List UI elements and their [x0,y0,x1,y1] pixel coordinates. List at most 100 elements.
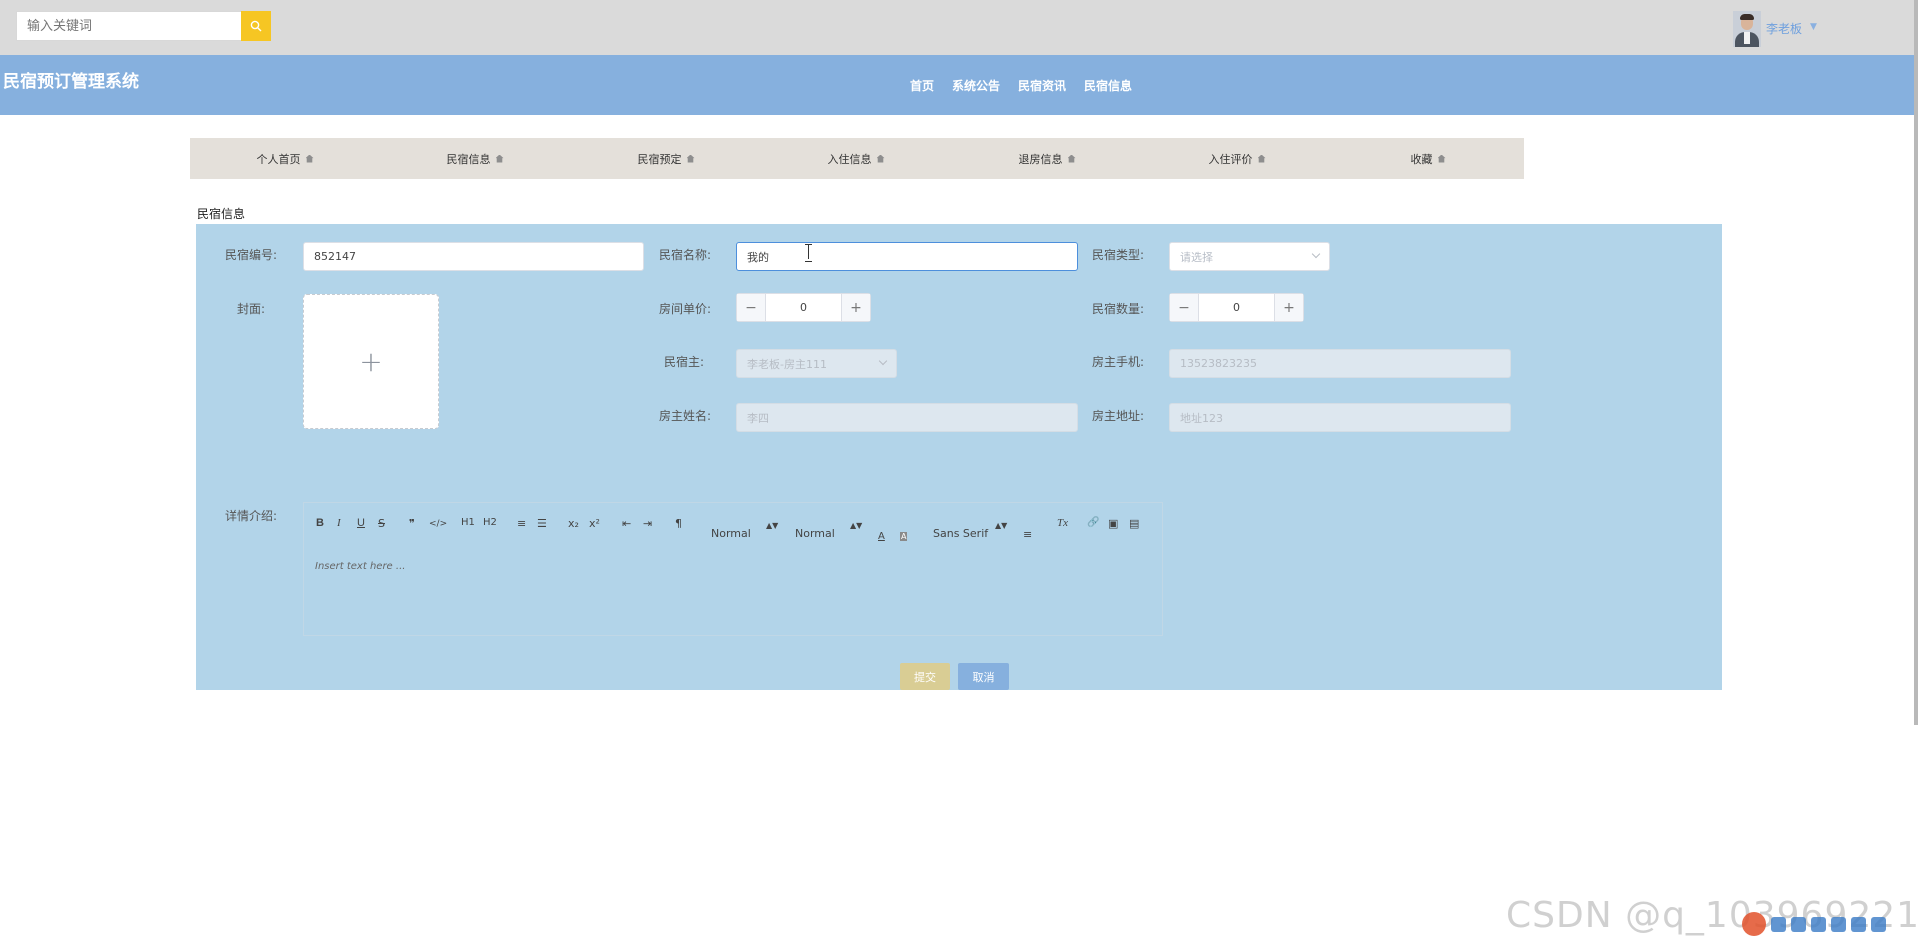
name-value: 我的 [747,250,769,264]
quantity-label: 民宿数量: [1092,302,1145,316]
chevron-down-icon [1311,249,1321,259]
indent-button[interactable]: ⇥ [643,517,652,530]
price-value[interactable]: 0 [766,294,841,321]
tray-icon[interactable] [1811,916,1826,932]
owner-name-field: 李四 [736,403,1078,432]
detail-label: 详情介绍: [225,509,278,523]
tray-icon[interactable] [1851,916,1866,932]
decrement-button[interactable]: − [737,294,766,321]
link-button[interactable]: 🔗 [1087,517,1099,528]
home-icon [1437,154,1446,163]
nav-item-homestay[interactable]: 民宿信息 [1084,77,1132,94]
image-button[interactable]: ▣ [1108,517,1118,530]
subnav-item-review[interactable]: 入住评价 [1142,138,1332,179]
strike-button[interactable]: S [378,517,385,530]
quote-button[interactable]: ❞ [409,517,415,530]
subnav-label: 民宿信息 [446,152,491,166]
tray-icon[interactable] [1871,916,1886,932]
size-select-arrow-icon: ▲▼ [766,521,779,530]
nav-item-announcement[interactable]: 系统公告 [952,77,1000,94]
h1-button[interactable]: H1 [461,517,475,528]
subnav-label: 退房信息 [1018,152,1063,166]
tray-icon[interactable] [1771,916,1786,932]
tray-icon[interactable] [1831,916,1846,932]
nav-item-home[interactable]: 首页 [910,77,934,94]
cancel-button[interactable]: 取消 [958,663,1009,690]
code-value: 852147 [314,250,356,263]
owner-name-value: 李四 [747,411,769,425]
phone-field: 13523823235 [1169,349,1511,378]
underline-button[interactable]: U [357,517,365,529]
address-field: 地址123 [1169,403,1511,432]
header: 民宿预订管理系统 首页 系统公告 民宿资讯 民宿信息 [0,55,1914,115]
subnav-item-favorites[interactable]: 收藏 [1333,138,1523,179]
text-cursor-icon [805,244,813,262]
home-icon [876,154,885,163]
avatar[interactable] [1733,11,1761,47]
quantity-value[interactable]: 0 [1199,294,1274,321]
section-title: 民宿信息 [197,207,246,221]
increment-button[interactable]: + [1274,294,1303,321]
user-name[interactable]: 李老板 [1766,20,1802,37]
search-icon [250,17,262,36]
code-button[interactable]: </> [429,519,447,529]
quantity-stepper[interactable]: − 0 + [1169,293,1304,322]
app-logo-icon[interactable] [1742,912,1766,936]
size-select[interactable]: Normal [711,527,751,540]
subnav-item-profile[interactable]: 个人首页 [190,138,380,179]
type-placeholder: 请选择 [1180,250,1213,264]
subnav-label: 入住信息 [827,152,872,166]
code-field[interactable]: 852147 [303,242,644,271]
cover-upload[interactable]: + [303,294,439,429]
subnav-item-checkin[interactable]: 入住信息 [761,138,951,179]
owner-label: 民宿主: [664,355,705,369]
subnav-label: 入住评价 [1208,152,1253,166]
font-select-arrow-icon: ▲▼ [995,521,1008,530]
search-input[interactable] [16,11,241,41]
home-icon [1067,154,1076,163]
bullet-list-button[interactable]: ☰ [537,517,547,530]
price-label: 房间单价: [659,302,712,316]
align-select[interactable]: ≡ [1023,528,1032,541]
subnav-label: 民宿预定 [637,152,682,166]
type-label: 民宿类型: [1092,248,1145,262]
nav-item-news[interactable]: 民宿资讯 [1018,77,1066,94]
subnav-item-checkout[interactable]: 退房信息 [952,138,1142,179]
h2-button[interactable]: H2 [483,517,497,528]
increment-button[interactable]: + [841,294,870,321]
outdent-button[interactable]: ⇤ [622,517,631,530]
ordered-list-button[interactable]: ≡ [517,517,526,530]
editor-body[interactable]: Insert text here ... [315,561,405,572]
phone-label: 房主手机: [1092,355,1145,369]
bold-button[interactable]: B [316,517,324,529]
main-nav: 首页 系统公告 民宿资讯 民宿信息 [910,77,1132,94]
direction-button[interactable]: ¶ [675,517,682,530]
header-select[interactable]: Normal [795,527,835,540]
price-stepper[interactable]: − 0 + [736,293,871,322]
search-button[interactable] [241,11,271,41]
subnav-item-booking[interactable]: 民宿预定 [571,138,761,179]
owner-name-label: 房主姓名: [659,409,712,423]
app-title: 民宿预订管理系统 [3,72,139,92]
home-icon [495,154,504,163]
name-field[interactable]: 我的 [736,242,1078,271]
video-button[interactable]: ▤ [1129,517,1139,530]
italic-button[interactable]: I [337,517,341,529]
superscript-button[interactable]: x² [589,517,600,530]
background-picker[interactable]: A [900,532,908,541]
caret-down-icon[interactable]: ▼ [1810,22,1817,32]
font-select[interactable]: Sans Serif [933,527,988,540]
owner-value: 李老板-房主111 [747,357,827,371]
editor-toolbar: B I U S ❞ </> H1 H2 ≡ ☰ x₂ x² ⇤ ⇥ ¶ Norm… [304,503,1162,551]
clean-button[interactable]: Tx [1057,517,1068,529]
tray-icon[interactable] [1791,916,1806,932]
rich-text-editor: B I U S ❞ </> H1 H2 ≡ ☰ x₂ x² ⇤ ⇥ ¶ Norm… [303,502,1163,636]
subscript-button[interactable]: x₂ [568,517,579,530]
subnav-item-homestay[interactable]: 民宿信息 [380,138,570,179]
owner-select: 李老板-房主111 [736,349,897,378]
type-select[interactable]: 请选择 [1169,242,1330,271]
submit-button[interactable]: 提交 [900,663,950,690]
scrollbar[interactable] [1914,0,1918,725]
color-picker[interactable]: A [878,531,885,542]
decrement-button[interactable]: − [1170,294,1199,321]
